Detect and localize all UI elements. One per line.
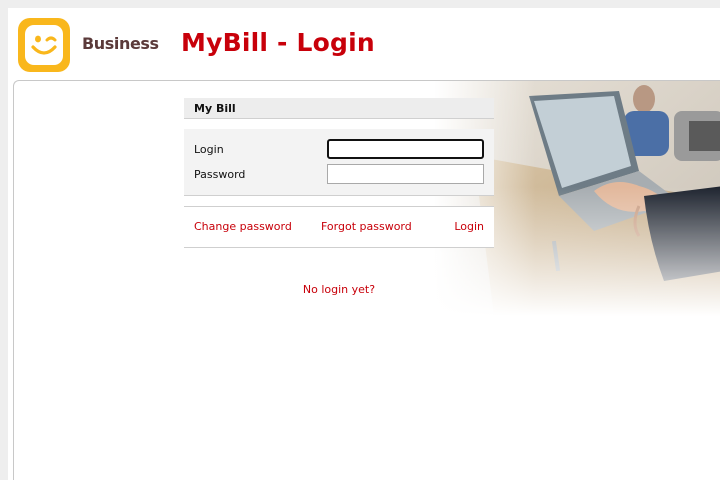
- login-panel: My Bill Login Password Change password F…: [184, 98, 494, 296]
- login-form: Login Password: [184, 129, 494, 196]
- password-input[interactable]: [327, 164, 484, 184]
- page-title: MyBill - Login: [181, 28, 375, 57]
- actions-row: Change password Forgot password Login: [184, 206, 494, 248]
- change-password-link[interactable]: Change password: [194, 220, 292, 233]
- telenet-logo: [18, 18, 70, 72]
- smiley-face-icon: [25, 25, 63, 65]
- no-login-link[interactable]: No login yet?: [184, 283, 494, 296]
- login-button[interactable]: Login: [454, 220, 484, 233]
- login-input[interactable]: [327, 139, 484, 159]
- content-frame: My Bill Login Password Change password F…: [13, 80, 720, 480]
- panel-title: My Bill: [184, 98, 494, 119]
- brand-label: Business: [82, 34, 159, 53]
- forgot-password-link[interactable]: Forgot password: [321, 220, 412, 233]
- page: Business MyBill - Login My Bill Login Pa…: [8, 8, 720, 480]
- login-label: Login: [194, 143, 224, 156]
- password-label: Password: [194, 168, 246, 181]
